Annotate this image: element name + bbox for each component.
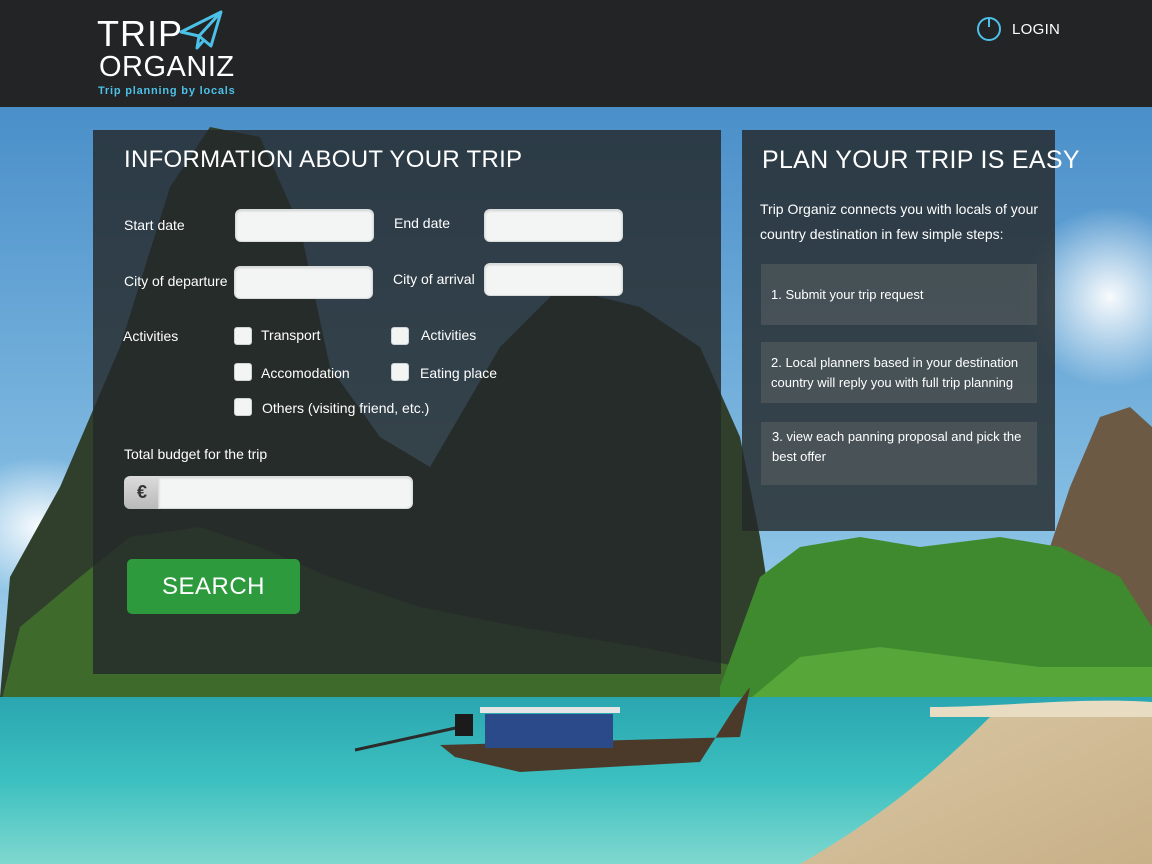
- others-checkbox-label: Others (visiting friend, etc.): [262, 400, 430, 416]
- activities-checkbox-label: Activities: [421, 327, 477, 343]
- step-1-card: 1. Submit your trip request: [761, 264, 1037, 325]
- end-date-input[interactable]: [484, 209, 623, 242]
- start-date-label: Start date: [124, 217, 185, 233]
- logo-trip-text: TRIP: [97, 13, 184, 54]
- accomodation-checkbox[interactable]: [234, 363, 252, 381]
- step-2-card: 2. Local planners based in your destinat…: [761, 342, 1037, 403]
- step-3-text: 3. view each panning proposal and pick t…: [772, 429, 1022, 464]
- power-icon: [977, 17, 1001, 41]
- accomodation-checkbox-label: Accomodation: [261, 365, 350, 381]
- info-title: PLAN YOUR TRIP IS EASY: [762, 146, 1080, 174]
- step-3-card: 3. view each panning proposal and pick t…: [761, 422, 1037, 485]
- transport-checkbox-label: Transport: [261, 327, 321, 343]
- login-button[interactable]: LOGIN: [976, 16, 1060, 42]
- eating-place-checkbox[interactable]: [391, 363, 409, 381]
- others-checkbox[interactable]: [234, 398, 252, 416]
- eating-place-checkbox-label: Eating place: [420, 365, 498, 381]
- paper-plane-icon: [179, 10, 223, 50]
- start-date-input[interactable]: [235, 209, 374, 242]
- euro-icon: €: [124, 476, 160, 509]
- info-intro-text: Trip Organiz connects you with locals of…: [760, 201, 1039, 242]
- step-2-text: 2. Local planners based in your destinat…: [771, 355, 1019, 390]
- budget-label: Total budget for the trip: [124, 446, 268, 462]
- budget-field: €: [124, 476, 413, 509]
- tagline: Trip planning by locals: [98, 85, 236, 97]
- logo-organiz-text: ORGANIZ: [99, 51, 235, 83]
- end-date-label: End date: [394, 215, 451, 231]
- city-departure-label: City of departure: [124, 273, 228, 289]
- step-1-text: 1. Submit your trip request: [771, 287, 924, 302]
- city-arrival-input[interactable]: [484, 263, 623, 296]
- login-label: LOGIN: [1012, 20, 1061, 38]
- site-header: TRIP ORGANIZ Trip planning by locals LOG…: [0, 0, 1152, 107]
- search-button[interactable]: SEARCH: [127, 559, 300, 614]
- budget-input[interactable]: [158, 476, 413, 509]
- form-title: INFORMATION ABOUT YOUR TRIP: [124, 146, 523, 173]
- activities-label: Activities: [123, 328, 179, 344]
- city-departure-input[interactable]: [234, 266, 373, 299]
- activities-checkbox[interactable]: [391, 327, 409, 345]
- transport-checkbox[interactable]: [234, 327, 252, 345]
- city-arrival-label: City of arrival: [393, 271, 475, 287]
